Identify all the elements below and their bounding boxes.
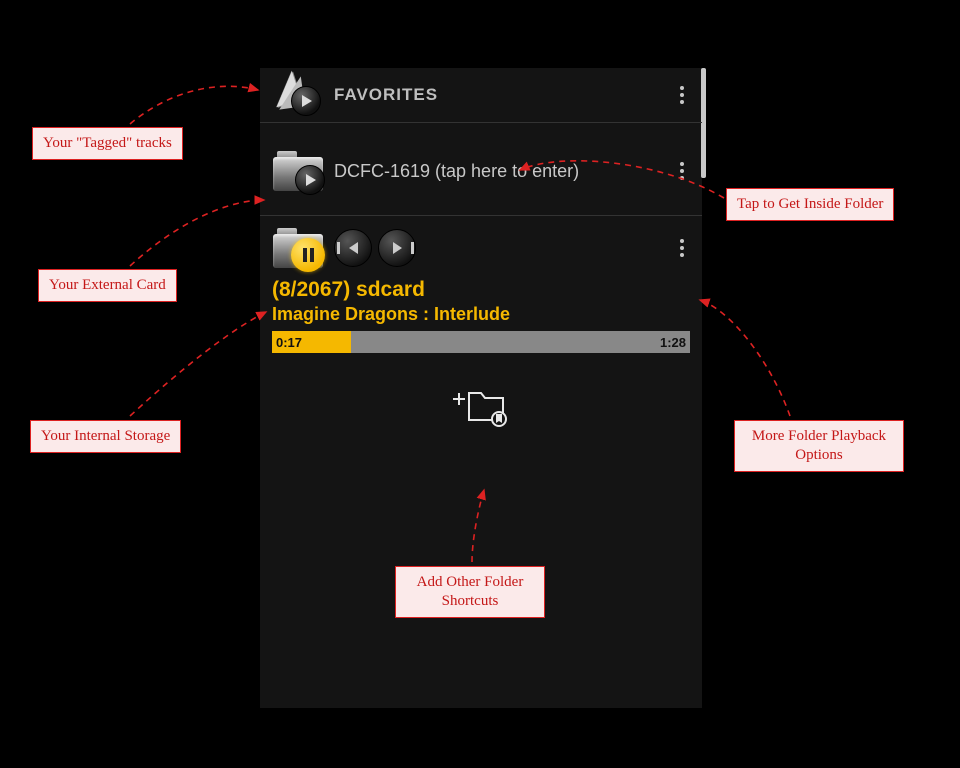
callout-internal-storage: Your Internal Storage [30, 420, 181, 453]
track-title: Imagine Dragons : Interlude [272, 304, 690, 325]
sdcard-folder-icon [268, 226, 328, 270]
nowplaying-row [260, 216, 702, 272]
favorites-menu-button[interactable] [670, 86, 694, 104]
progress-bar[interactable]: 0:17 1:28 [272, 331, 690, 353]
callout-external-card: Your External Card [38, 269, 177, 302]
callout-more-playback-options: More Folder Playback Options [734, 420, 904, 472]
nowplaying-menu-button[interactable] [670, 239, 694, 257]
next-track-button[interactable] [378, 229, 416, 267]
favorites-icon [268, 74, 328, 116]
favorites-label: FAVORITES [328, 85, 670, 105]
callout-tap-inside-folder: Tap to Get Inside Folder [726, 188, 894, 221]
folder-row-dcfc[interactable]: DCFC-1619 (tap here to enter) [260, 123, 702, 216]
folder-menu-button[interactable] [670, 162, 694, 180]
folder-label: DCFC-1619 (tap here to enter) [328, 161, 670, 182]
time-total: 1:28 [660, 335, 686, 350]
add-folder-shortcut-button[interactable] [446, 381, 516, 429]
prev-track-button[interactable] [334, 229, 372, 267]
favorites-row[interactable]: FAVORITES [260, 68, 702, 123]
callout-add-folder-shortcuts: Add Other Folder Shortcuts [395, 566, 545, 618]
nowplaying-info: (8/2067) sdcard Imagine Dragons : Interl… [260, 272, 702, 325]
callout-tagged-tracks: Your "Tagged" tracks [32, 127, 183, 160]
track-counter: (8/2067) sdcard [272, 278, 690, 302]
folder-icon [268, 149, 328, 193]
time-elapsed: 0:17 [272, 335, 302, 350]
pause-icon[interactable] [291, 238, 325, 272]
